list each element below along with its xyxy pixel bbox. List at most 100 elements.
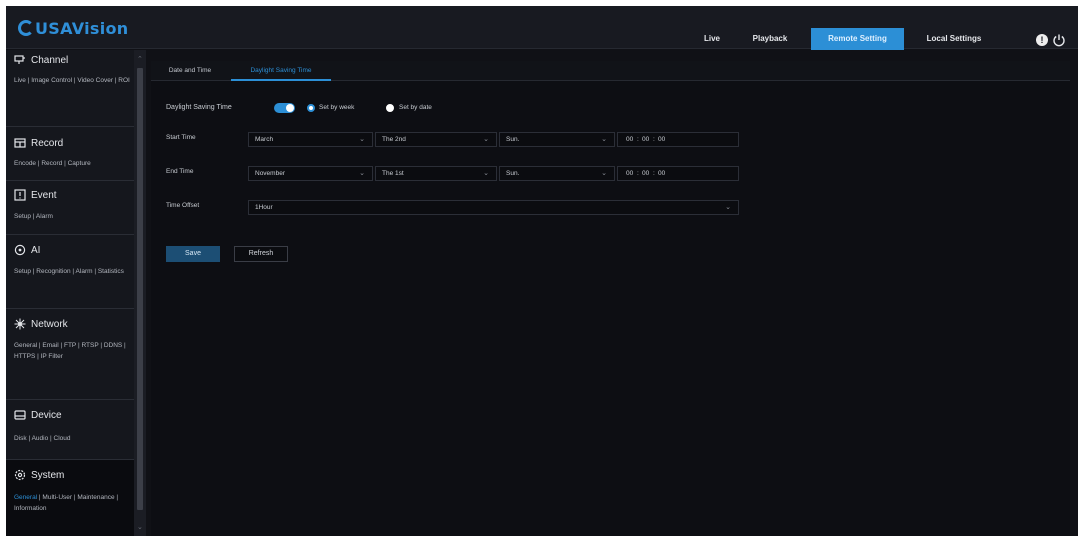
chevron-down-icon: ⌄ xyxy=(483,136,489,143)
start-second[interactable]: 00 xyxy=(658,133,665,146)
chevron-down-icon: ⌄ xyxy=(483,170,489,177)
end-second[interactable]: 00 xyxy=(658,167,665,180)
end-time-label: End Time xyxy=(166,168,194,175)
time-colon: : xyxy=(637,136,639,143)
sidebar-links-system[interactable]: General | Multi-User | Maintenance | Inf… xyxy=(14,492,132,514)
help-icon[interactable]: ! xyxy=(1036,34,1048,46)
end-week-select[interactable]: The 1st ⌄ xyxy=(375,166,497,181)
sidebar-section-ai: AI Setup | Recognition | Alarm | Statist… xyxy=(6,235,134,309)
time-colon: : xyxy=(653,170,655,177)
start-time-input[interactable]: 00 : 00 : 00 xyxy=(617,132,739,147)
sidebar-item-system: System xyxy=(31,469,65,481)
tab-daylight-saving-time[interactable]: Daylight Saving Time xyxy=(231,61,331,81)
start-month-select[interactable]: March ⌄ xyxy=(248,132,373,147)
chevron-down-icon: ⌄ xyxy=(359,136,365,143)
chevron-down-icon: ⌄ xyxy=(601,170,607,177)
system-icon xyxy=(14,469,26,481)
sidebar-item-event: Event xyxy=(31,189,57,201)
sidebar-section-record: Record Encode | Record | Capture xyxy=(6,127,134,181)
dst-toggle-knob xyxy=(286,104,294,112)
nav-local-settings[interactable]: Local Settings xyxy=(910,28,998,50)
sidebar-item-record: Record xyxy=(31,137,64,149)
time-offset-select[interactable]: 1Hour ⌄ xyxy=(248,200,739,215)
start-hour[interactable]: 00 xyxy=(626,133,633,146)
sidebar-section-system: System General | Multi-User | Maintenanc… xyxy=(6,460,134,536)
sidebar-links-network[interactable]: General | Email | FTP | RTSP | DDNS | HT… xyxy=(14,340,132,362)
sidebar-head-ai[interactable]: AI xyxy=(14,244,40,256)
event-icon xyxy=(14,189,26,201)
sidebar-item-channel: Channel xyxy=(31,54,69,66)
time-colon: : xyxy=(637,170,639,177)
top-bar: USAVision Live Playback Remote Setting L… xyxy=(6,6,1078,50)
sidebar-head-network[interactable]: Network xyxy=(14,318,68,330)
start-day-value: Sun. xyxy=(506,136,520,143)
app-window: USAVision Live Playback Remote Setting L… xyxy=(6,6,1078,536)
radio-set-by-week[interactable] xyxy=(307,104,315,112)
ai-icon xyxy=(14,244,26,256)
nav-playback[interactable]: Playback xyxy=(744,28,796,50)
sidebar-item-device: Device xyxy=(31,409,62,421)
sidebar-links-channel[interactable]: Live | Image Control | Video Cover | ROI xyxy=(14,75,132,86)
end-time-input[interactable]: 00 : 00 : 00 xyxy=(617,166,739,181)
sidebar-item-ai: AI xyxy=(31,244,41,256)
save-button[interactable]: Save xyxy=(166,246,220,262)
sidebar-links-ai[interactable]: Setup | Recognition | Alarm | Statistics xyxy=(14,266,132,277)
radio-set-by-date[interactable] xyxy=(386,104,394,112)
sidebar: Channel Live | Image Control | Video Cov… xyxy=(6,50,146,536)
set-by-week-label[interactable]: Set by week xyxy=(319,104,354,111)
start-week-value: The 2nd xyxy=(382,136,406,143)
scroll-down-icon[interactable]: ⌄ xyxy=(137,523,143,531)
nav-live[interactable]: Live xyxy=(695,28,729,50)
sidebar-links-event[interactable]: Setup | Alarm xyxy=(14,211,132,222)
power-icon[interactable] xyxy=(1052,33,1066,47)
end-month-select[interactable]: November ⌄ xyxy=(248,166,373,181)
tab-bar: Date and Time Daylight Saving Time xyxy=(151,61,1070,81)
device-icon xyxy=(14,410,26,420)
network-icon xyxy=(14,318,26,330)
start-day-select[interactable]: Sun. ⌄ xyxy=(499,132,615,147)
end-minute[interactable]: 00 xyxy=(642,167,649,180)
sidebar-head-system[interactable]: System xyxy=(14,469,64,481)
nav-remote-setting[interactable]: Remote Setting xyxy=(811,28,904,50)
sidebar-head-channel[interactable]: Channel xyxy=(14,54,68,66)
sidebar-head-record[interactable]: Record xyxy=(14,137,63,149)
end-week-value: The 1st xyxy=(382,170,404,177)
chevron-down-icon: ⌄ xyxy=(725,204,731,211)
sidebar-section-device: Device Disk | Audio | Cloud xyxy=(6,400,134,460)
sidebar-head-device[interactable]: Device xyxy=(14,409,62,421)
chevron-down-icon: ⌄ xyxy=(601,136,607,143)
content-panel: Date and Time Daylight Saving Time Dayli… xyxy=(151,61,1070,536)
logo-mark-icon xyxy=(18,20,34,36)
scroll-up-icon[interactable]: ⌃ xyxy=(137,55,143,63)
sidebar-link-general[interactable]: General xyxy=(14,494,37,501)
sidebar-section-network: Network General | Email | FTP | RTSP | D… xyxy=(6,309,134,400)
logo: USAVision xyxy=(18,18,129,38)
refresh-button[interactable]: Refresh xyxy=(234,246,288,262)
chevron-down-icon: ⌄ xyxy=(359,170,365,177)
logo-text: USAVision xyxy=(35,18,129,38)
end-hour[interactable]: 00 xyxy=(626,167,633,180)
start-month-value: March xyxy=(255,136,274,143)
time-offset-label: Time Offset xyxy=(166,202,200,209)
sidebar-links-device[interactable]: Disk | Audio | Cloud xyxy=(14,433,132,444)
dst-label: Daylight Saving Time xyxy=(166,104,232,111)
tab-date-and-time[interactable]: Date and Time xyxy=(155,61,225,81)
sidebar-item-network: Network xyxy=(31,318,68,330)
sidebar-links-record[interactable]: Encode | Record | Capture xyxy=(14,158,132,169)
end-day-value: Sun. xyxy=(506,170,520,177)
record-icon xyxy=(14,138,26,148)
start-time-label: Start Time xyxy=(166,134,196,141)
sidebar-head-event[interactable]: Event xyxy=(14,189,57,201)
time-offset-value: 1Hour xyxy=(255,204,273,211)
sidebar-section-event: Event Setup | Alarm xyxy=(6,181,134,235)
sidebar-section-channel: Channel Live | Image Control | Video Cov… xyxy=(6,50,134,127)
time-colon: : xyxy=(653,136,655,143)
start-minute[interactable]: 00 xyxy=(642,133,649,146)
dst-toggle[interactable] xyxy=(274,103,295,113)
sidebar-scroll-thumb[interactable] xyxy=(137,68,143,510)
end-day-select[interactable]: Sun. ⌄ xyxy=(499,166,615,181)
end-month-value: November xyxy=(255,170,285,177)
set-by-date-label[interactable]: Set by date xyxy=(399,104,432,111)
channel-icon xyxy=(14,55,25,64)
start-week-select[interactable]: The 2nd ⌄ xyxy=(375,132,497,147)
